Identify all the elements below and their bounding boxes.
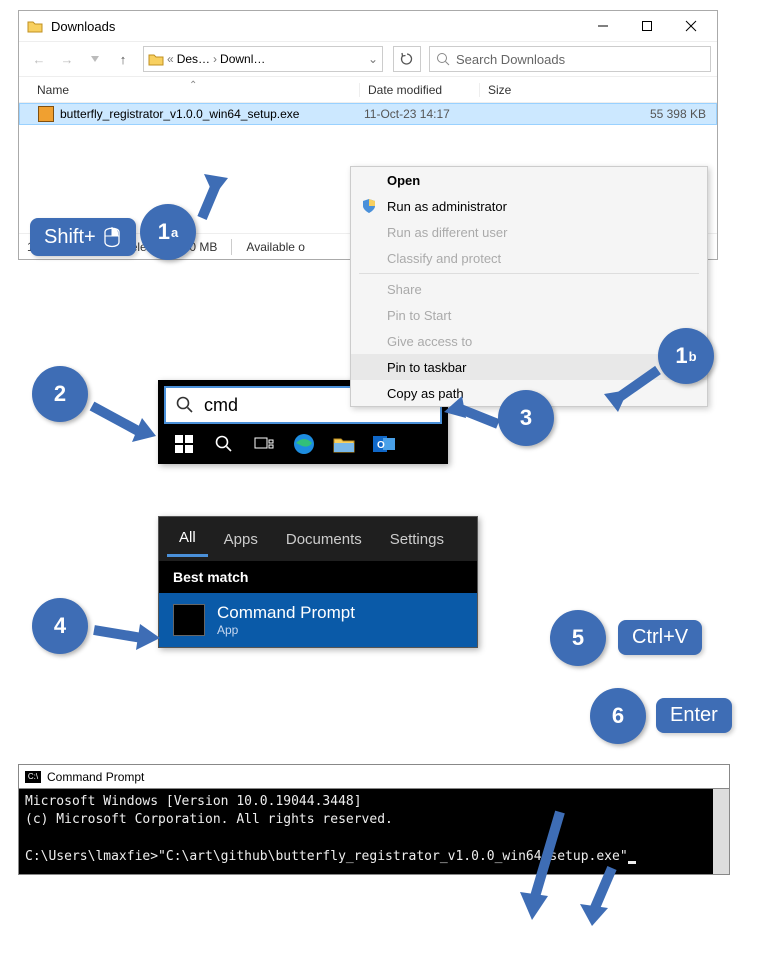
arrow-icon — [510, 804, 580, 924]
cmd-icon — [173, 604, 205, 636]
exe-icon — [38, 106, 54, 122]
file-row[interactable]: butterfly_registrator_v1.0.0_win64_setup… — [19, 103, 717, 125]
refresh-button[interactable] — [393, 46, 421, 72]
search-placeholder: Search Downloads — [456, 52, 565, 67]
up-button[interactable]: ↑ — [111, 47, 135, 71]
mouse-right-click-icon — [102, 224, 122, 250]
step6-callout: 6 — [590, 688, 646, 744]
menu-rundiff: Run as different user — [351, 219, 707, 245]
tab-all[interactable]: All — [167, 521, 208, 557]
step5-callout: 5 — [550, 610, 606, 666]
menu-share: Share — [351, 276, 707, 302]
file-size: 55 398 KB — [476, 107, 716, 121]
search-icon — [176, 396, 194, 414]
cmd-icon: C:\ — [25, 771, 41, 783]
search-button[interactable] — [208, 428, 240, 460]
maximize-button[interactable] — [625, 11, 669, 41]
step3-callout: 3 — [498, 390, 554, 446]
result-item[interactable]: Command Prompt App — [159, 593, 477, 647]
taskview-button[interactable] — [248, 428, 280, 460]
menu-giveaccess: Give access to — [351, 328, 707, 354]
shield-icon — [361, 198, 377, 214]
breadcrumb-item[interactable]: Des… — [177, 52, 210, 66]
result-title: Command Prompt — [217, 603, 355, 623]
arrow-icon — [84, 398, 164, 448]
search-results: All Apps Documents Settings Best match C… — [158, 516, 478, 648]
breadcrumb-item[interactable]: Downl… — [220, 52, 265, 66]
step1b-callout: 1b — [658, 328, 714, 384]
column-date[interactable]: Date modified — [359, 83, 479, 97]
search-icon — [436, 52, 450, 66]
menu-pinstart: Pin to Start — [351, 302, 707, 328]
address-bar[interactable]: « Des… › Downl… ⌄ — [143, 46, 383, 72]
explorer-icon[interactable] — [328, 428, 360, 460]
svg-text:O: O — [377, 440, 385, 451]
close-button[interactable] — [669, 11, 713, 41]
arrow-icon — [86, 616, 166, 656]
recent-dropdown[interactable] — [83, 47, 107, 71]
step2-callout: 2 — [32, 366, 88, 422]
status-available: Available o — [246, 240, 305, 254]
step1a-keylabel: Shift+ — [30, 218, 136, 256]
titlebar: Downloads — [19, 11, 717, 41]
file-date: 11-Oct-23 14:17 — [356, 107, 476, 121]
cmd-window: C:\ Command Prompt Microsoft Windows [Ve… — [18, 764, 730, 875]
edge-icon[interactable] — [288, 428, 320, 460]
arrow-icon — [188, 168, 238, 224]
file-name: butterfly_registrator_v1.0.0_win64_setup… — [60, 107, 356, 121]
minimize-button[interactable] — [581, 11, 625, 41]
menu-open[interactable]: Open — [351, 167, 707, 193]
outlook-icon[interactable]: O — [368, 428, 400, 460]
forward-button[interactable]: → — [55, 47, 79, 71]
step4-callout: 4 — [32, 598, 88, 654]
cmd-title: Command Prompt — [47, 770, 144, 784]
search-text: cmd — [204, 395, 238, 416]
step6-keylabel: Enter — [656, 698, 732, 733]
column-name[interactable]: ⌃Name — [19, 83, 359, 97]
menu-runadmin[interactable]: Run as administrator — [351, 193, 707, 219]
step1a-callout: 1a — [140, 204, 196, 260]
best-match-header: Best match — [159, 561, 477, 593]
result-sub: App — [217, 623, 355, 637]
navbar: ← → ↑ « Des… › Downl… ⌄ Search Downloads — [19, 41, 717, 77]
tab-apps[interactable]: Apps — [212, 523, 270, 556]
tab-docs[interactable]: Documents — [274, 523, 374, 556]
column-headers: ⌃Name Date modified Size — [19, 77, 717, 103]
arrow-icon — [598, 364, 668, 414]
cmd-titlebar: C:\ Command Prompt — [19, 765, 729, 789]
step5-keylabel: Ctrl+V — [618, 620, 702, 655]
window-title: Downloads — [51, 19, 115, 34]
folder-icon — [148, 52, 164, 66]
column-size[interactable]: Size — [479, 83, 717, 97]
back-button[interactable]: ← — [27, 47, 51, 71]
start-button[interactable] — [168, 428, 200, 460]
tab-settings[interactable]: Settings — [378, 523, 456, 556]
arrow-icon — [576, 862, 636, 932]
search-box[interactable]: Search Downloads — [429, 46, 711, 72]
search-tabs: All Apps Documents Settings — [159, 517, 477, 561]
menu-classify: Classify and protect — [351, 245, 707, 271]
taskbar-icons: O — [164, 424, 442, 464]
folder-icon — [27, 19, 43, 33]
